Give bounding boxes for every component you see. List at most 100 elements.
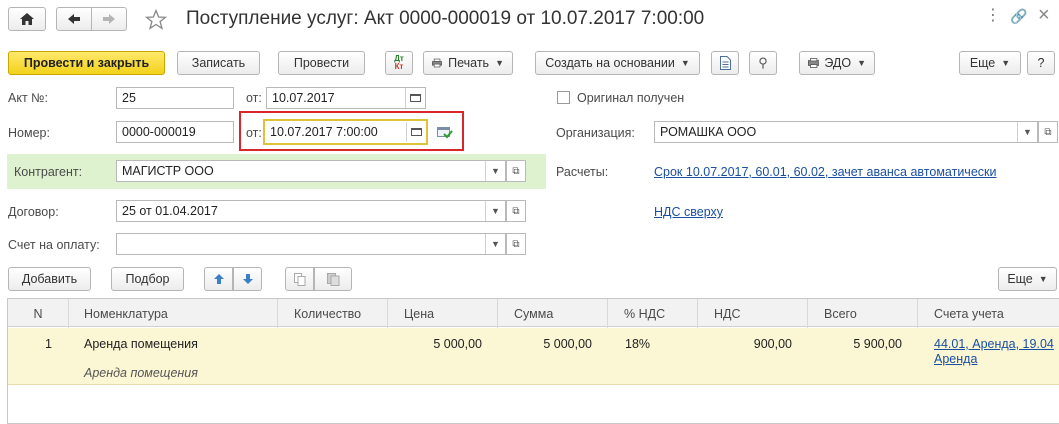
invoice-field[interactable]: ▼ bbox=[116, 233, 506, 255]
move-down-button[interactable] bbox=[233, 267, 262, 291]
chevron-down-icon: ▼ bbox=[1038, 274, 1048, 284]
col-header-price[interactable]: Цена bbox=[396, 300, 496, 327]
paste-button[interactable] bbox=[314, 267, 352, 291]
forward-button[interactable] bbox=[91, 7, 127, 31]
contract-field[interactable]: 25 от 01.04.2017 ▼ bbox=[116, 200, 506, 222]
counterparty-label: Контрагент: bbox=[14, 165, 83, 179]
paperclip-icon: ⚲ bbox=[758, 55, 768, 70]
number-date-field[interactable]: 10.07.2017 7:00:00 bbox=[263, 119, 428, 145]
copy-button[interactable] bbox=[285, 267, 314, 291]
create-based-on-button[interactable]: Создать на основании ▼ bbox=[535, 51, 700, 75]
number-value: 0000-000019 bbox=[122, 125, 196, 139]
copy-icon bbox=[293, 272, 305, 286]
chevron-down-icon[interactable]: ▼ bbox=[1017, 122, 1037, 142]
invoice-label: Счет на оплату: bbox=[8, 238, 100, 252]
paste-icon bbox=[326, 272, 339, 286]
contract-label: Договор: bbox=[8, 205, 59, 219]
close-icon[interactable]: × bbox=[1038, 4, 1050, 27]
counterparty-field[interactable]: МАГИСТР ООО ▼ bbox=[116, 160, 506, 182]
contract-value: 25 от 01.04.2017 bbox=[122, 204, 218, 218]
move-up-button[interactable] bbox=[204, 267, 233, 291]
organization-field[interactable]: РОМАШКА ООО ▼ bbox=[654, 121, 1038, 143]
open-organization-button[interactable]: ⧉ bbox=[1038, 121, 1058, 143]
akt-date-value: 10.07.2017 bbox=[272, 91, 335, 105]
akt-date-field[interactable]: 10.07.2017 bbox=[266, 87, 426, 109]
akt-number-field[interactable]: 25 bbox=[116, 87, 234, 109]
calendar-icon[interactable] bbox=[405, 88, 425, 108]
akt-label: Акт №: bbox=[8, 91, 49, 105]
settlements-label: Расчеты: bbox=[556, 165, 609, 179]
edo-button[interactable]: ЭДО ▼ bbox=[799, 51, 875, 75]
help-button[interactable]: ? bbox=[1027, 51, 1055, 75]
organization-label: Организация: bbox=[556, 126, 635, 140]
edo-icon bbox=[808, 58, 820, 68]
dt-kt-button[interactable]: Дт Кт bbox=[385, 51, 413, 75]
open-counterparty-button[interactable]: ⧉ bbox=[506, 160, 526, 182]
home-icon bbox=[20, 13, 34, 25]
counterparty-value: МАГИСТР ООО bbox=[122, 164, 214, 178]
chevron-down-icon[interactable]: ▼ bbox=[485, 234, 505, 254]
add-button[interactable]: Добавить bbox=[8, 267, 91, 291]
calendar-icon[interactable] bbox=[406, 122, 426, 142]
post-and-close-button[interactable]: Провести и закрыть bbox=[8, 51, 165, 75]
chevron-down-icon: ▼ bbox=[857, 58, 866, 68]
col-header-accounts[interactable]: Счета учета bbox=[926, 300, 1056, 327]
more-vertical-icon[interactable]: ⋮ bbox=[985, 8, 1001, 24]
print-button[interactable]: Печать ▼ bbox=[423, 51, 513, 75]
row-nomenclature-sub: Аренда помещения bbox=[84, 366, 198, 380]
page-title: Поступление услуг: Акт 0000-000019 от 10… bbox=[186, 8, 705, 29]
dt-kt-icon-line2: Кт bbox=[394, 62, 404, 71]
table-more-label: Еще bbox=[1007, 272, 1033, 286]
settlements-link[interactable]: Срок 10.07.2017, 60.01, 60.02, зачет ава… bbox=[654, 165, 996, 179]
row-sum: 5 000,00 bbox=[543, 337, 592, 351]
organization-value: РОМАШКА ООО bbox=[660, 125, 757, 139]
arrow-left-icon bbox=[68, 14, 80, 24]
back-button[interactable] bbox=[56, 7, 92, 31]
more-label: Еще bbox=[969, 56, 996, 70]
row-vat: 900,00 bbox=[753, 337, 792, 351]
row-accounts-link[interactable]: 44.01, Аренда, 19.04 Аренда bbox=[934, 337, 1059, 367]
home-button[interactable] bbox=[8, 7, 46, 31]
chevron-down-icon[interactable]: ▼ bbox=[485, 201, 505, 221]
link-icon[interactable]: 🔗 bbox=[1010, 8, 1027, 25]
col-header-total[interactable]: Всего bbox=[816, 300, 916, 327]
row-vat-rate: 18% bbox=[625, 337, 651, 351]
chevron-down-icon: ▼ bbox=[680, 58, 690, 68]
vat-link[interactable]: НДС сверху bbox=[654, 205, 723, 219]
post-button[interactable]: Провести bbox=[278, 51, 365, 75]
table-more-button[interactable]: Еще ▼ bbox=[998, 267, 1057, 291]
arrow-up-icon bbox=[213, 274, 224, 284]
attachment-button[interactable]: ⚲ bbox=[749, 51, 777, 75]
create-based-on-label: Создать на основании bbox=[545, 56, 675, 70]
row-accounts-line1: 44.01, Аренда, 19.04 bbox=[934, 337, 1054, 351]
edo-label: ЭДО bbox=[824, 56, 852, 70]
more-button[interactable]: Еще ▼ bbox=[959, 51, 1021, 75]
row-nomenclature: Аренда помещения bbox=[84, 337, 198, 351]
col-header-quantity[interactable]: Количество bbox=[286, 300, 386, 327]
chevron-down-icon[interactable]: ▼ bbox=[485, 161, 505, 181]
number-date-label: от: bbox=[246, 126, 262, 140]
col-header-nomenclature[interactable]: Номенклатура bbox=[76, 300, 276, 327]
selection-button[interactable]: Подбор bbox=[111, 267, 184, 291]
arrow-down-icon bbox=[242, 274, 253, 284]
star-icon[interactable] bbox=[145, 9, 167, 30]
open-icon: ⧉ bbox=[512, 165, 520, 177]
col-header-sum[interactable]: Сумма bbox=[506, 300, 606, 327]
col-header-n[interactable]: N bbox=[8, 300, 68, 327]
arrow-right-icon bbox=[103, 14, 115, 24]
save-button[interactable]: Записать bbox=[177, 51, 260, 75]
document-button[interactable] bbox=[711, 51, 739, 75]
row-n: 1 bbox=[45, 337, 52, 351]
original-received-label: Оригинал получен bbox=[577, 91, 685, 105]
number-field[interactable]: 0000-000019 bbox=[116, 121, 234, 143]
document-icon bbox=[719, 56, 731, 70]
col-header-vat[interactable]: НДС bbox=[706, 300, 806, 327]
col-header-vat-rate[interactable]: % НДС bbox=[616, 300, 696, 327]
open-invoice-button[interactable]: ⧉ bbox=[506, 233, 526, 255]
date-check-icon[interactable] bbox=[437, 125, 453, 139]
open-icon: ⧉ bbox=[512, 205, 520, 217]
original-received-checkbox[interactable] bbox=[557, 91, 570, 104]
open-contract-button[interactable]: ⧉ bbox=[506, 200, 526, 222]
open-icon: ⧉ bbox=[512, 238, 520, 250]
akt-number-value: 25 bbox=[122, 91, 136, 105]
